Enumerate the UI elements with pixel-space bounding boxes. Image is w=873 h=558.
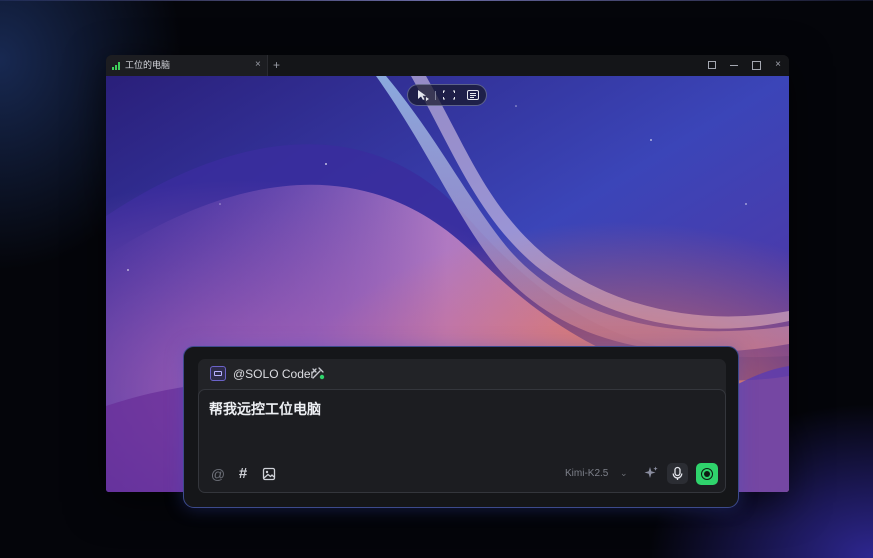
chevron-down-icon[interactable]: ⌄ bbox=[620, 468, 630, 478]
tab-close-button[interactable]: × bbox=[255, 59, 261, 71]
tools-icon[interactable] bbox=[311, 366, 325, 380]
remote-control-toolbar bbox=[407, 84, 487, 106]
sparkle-icon[interactable] bbox=[643, 465, 659, 481]
tab-remote-pc[interactable]: 工位的电脑 × bbox=[106, 55, 268, 76]
agent-name[interactable]: @SOLO Coder bbox=[233, 367, 315, 381]
screen-capture-icon[interactable] bbox=[442, 89, 456, 101]
chat-panel: @SOLO Coder 帮我远控工位电脑 @ # Kimi-K2.5 ⌄ bbox=[183, 346, 739, 508]
keyboard-icon[interactable] bbox=[466, 89, 480, 101]
mic-button[interactable] bbox=[667, 463, 688, 484]
top-edge-glow bbox=[0, 0, 873, 1]
hashtag-button[interactable]: # bbox=[235, 466, 251, 482]
mention-button[interactable]: @ bbox=[210, 466, 226, 482]
chat-input-text[interactable]: 帮我远控工位电脑 bbox=[209, 400, 321, 418]
signal-icon bbox=[112, 62, 121, 70]
record-button[interactable] bbox=[696, 463, 718, 485]
pointer-icon[interactable] bbox=[416, 89, 430, 101]
tab-title: 工位的电脑 bbox=[125, 60, 171, 70]
image-icon[interactable] bbox=[261, 466, 277, 482]
model-selector[interactable]: Kimi-K2.5 bbox=[565, 467, 608, 481]
maximize-icon[interactable] bbox=[750, 59, 762, 71]
fullscreen-icon[interactable] bbox=[706, 59, 718, 71]
toolbar-divider bbox=[435, 91, 436, 100]
new-tab-button[interactable]: + bbox=[273, 57, 280, 73]
agent-icon bbox=[210, 366, 226, 381]
tab-bar: 工位的电脑 × + × bbox=[106, 55, 789, 76]
mic-icon bbox=[672, 466, 683, 480]
minimize-icon[interactable] bbox=[728, 59, 740, 71]
close-icon[interactable]: × bbox=[772, 59, 784, 71]
chat-input[interactable]: 帮我远控工位电脑 @ # Kimi-K2.5 ⌄ bbox=[198, 389, 726, 493]
record-icon-dot bbox=[704, 471, 710, 477]
